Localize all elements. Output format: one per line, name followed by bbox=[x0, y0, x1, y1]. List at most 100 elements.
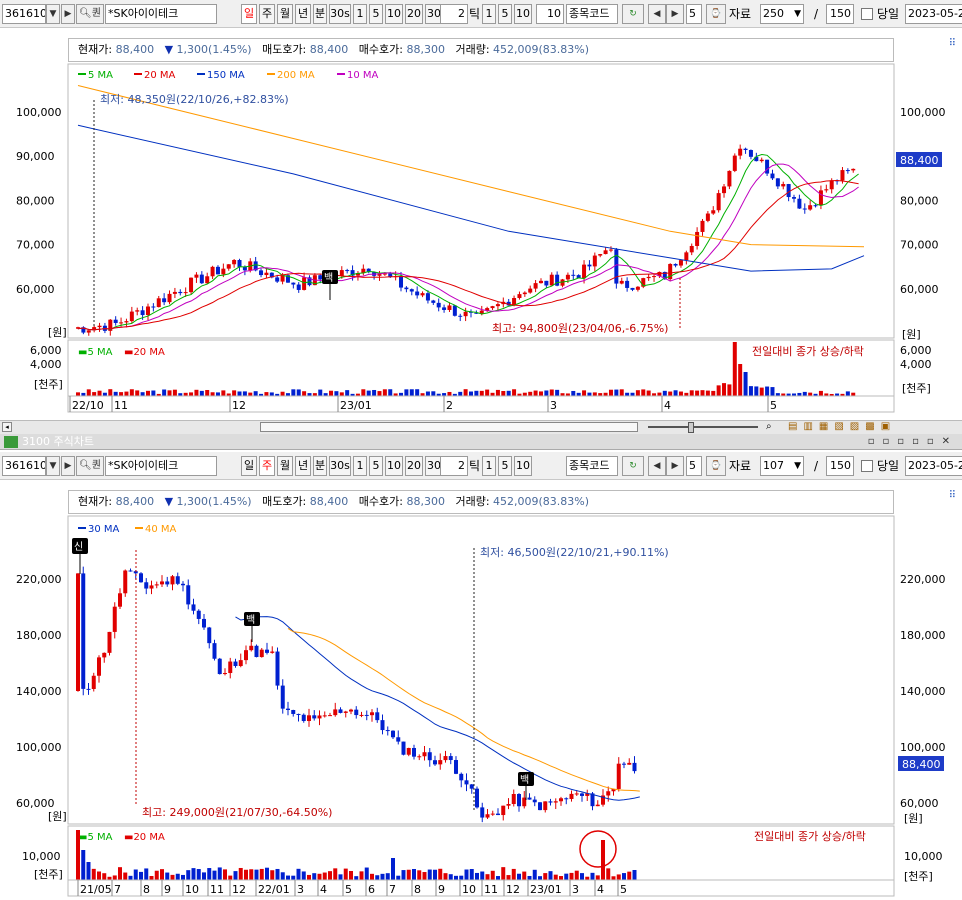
prev-icon-2[interactable]: ◀ bbox=[648, 456, 666, 476]
stock-name-field-2[interactable]: *SK아이이테크 bbox=[105, 456, 217, 476]
volume-bar bbox=[165, 872, 170, 880]
tb1-period-button-1[interactable]: 주 bbox=[259, 4, 275, 24]
candle-body bbox=[144, 582, 149, 589]
data-max-input-2[interactable]: 150 bbox=[826, 456, 854, 476]
clock-icon[interactable]: ⌚ bbox=[706, 4, 726, 24]
step-input-2[interactable]: 5 bbox=[686, 456, 702, 476]
zoom-slider[interactable] bbox=[648, 426, 758, 428]
same-day-checkbox-2[interactable] bbox=[861, 460, 873, 472]
zoom-slider-handle[interactable] bbox=[688, 422, 694, 433]
volume-bar bbox=[359, 871, 364, 880]
tb1-period-button-2[interactable]: 월 bbox=[277, 4, 293, 24]
candle-body bbox=[259, 270, 264, 276]
candle-body bbox=[511, 794, 516, 805]
date-input[interactable]: 2023-05-2 bbox=[905, 4, 962, 24]
tb2-period-button-8[interactable]: 10 bbox=[385, 456, 403, 476]
volume-bar bbox=[217, 867, 222, 880]
tb2-period-button-7[interactable]: 5 bbox=[369, 456, 383, 476]
prev-icon[interactable]: ◀ bbox=[648, 4, 666, 24]
candle-body bbox=[420, 293, 425, 296]
volume-bar bbox=[463, 389, 468, 396]
tb1-period-button-6[interactable]: 1 bbox=[353, 4, 367, 24]
data-count-select[interactable]: 250 ▼ bbox=[760, 4, 804, 24]
tb2-tick-button-0[interactable]: 1 bbox=[482, 456, 496, 476]
stock-name-field[interactable]: *SK아이이테크 bbox=[105, 4, 217, 24]
candle-body bbox=[622, 763, 626, 765]
candle-body bbox=[454, 760, 458, 774]
tb1-period-button-5[interactable]: 30s bbox=[329, 4, 351, 24]
candle-body bbox=[443, 756, 448, 761]
code-dropdown-icon[interactable]: ▼ bbox=[46, 4, 60, 24]
refresh-icon[interactable]: ↻ bbox=[622, 4, 644, 24]
refresh-icon-2[interactable]: ↻ bbox=[622, 456, 644, 476]
tb1-period-button-3[interactable]: 년 bbox=[295, 4, 311, 24]
code-dropdown-icon-2[interactable]: ▼ bbox=[46, 456, 60, 476]
horizontal-scrollbar[interactable]: ◂ ⌕ ▤▥▦▧▨▩▣ bbox=[0, 420, 962, 434]
scroll-thumb[interactable] bbox=[260, 422, 638, 432]
candle-body bbox=[139, 573, 143, 583]
candle-body bbox=[151, 306, 156, 308]
tb1-period-button-7[interactable]: 5 bbox=[369, 4, 383, 24]
volume-bar bbox=[495, 389, 500, 396]
next-icon-2[interactable]: ▶ bbox=[666, 456, 684, 476]
date-input-2[interactable]: 2023-05-2 bbox=[905, 456, 962, 476]
data-count-select-2[interactable]: 107 ▼ bbox=[760, 456, 804, 476]
tb2-period-button-0[interactable]: 일 bbox=[241, 456, 257, 476]
x-tick-label: 7 bbox=[389, 883, 396, 896]
tb2-period-button-1[interactable]: 주 bbox=[259, 456, 275, 476]
stock-code-input[interactable]: 361610 bbox=[2, 4, 46, 24]
tb2-tick-button-2[interactable]: 10 bbox=[514, 456, 532, 476]
volume-bar bbox=[406, 869, 411, 880]
volume-bar bbox=[108, 389, 113, 396]
search-button[interactable]: 🔍︎퀀 bbox=[76, 4, 104, 24]
clock-icon-2[interactable]: ⌚ bbox=[706, 456, 726, 476]
tb2-period-button-2[interactable]: 월 bbox=[277, 456, 293, 476]
zoom-icon[interactable]: ⌕ bbox=[766, 421, 772, 432]
chart-tools-icons[interactable]: ▤▥▦▧▨▩▣ bbox=[788, 421, 896, 432]
stock-code-input-2[interactable]: 361610 bbox=[2, 456, 46, 476]
tb1-period-button-4[interactable]: 분 bbox=[313, 4, 327, 24]
tb1-period-button-0[interactable]: 일 bbox=[241, 4, 257, 24]
stock-code-combo-2[interactable]: 종목코드 bbox=[566, 456, 618, 476]
search-icon: 🔍︎ bbox=[79, 460, 92, 471]
step-input[interactable]: 5 bbox=[686, 4, 702, 24]
candle-body bbox=[538, 802, 542, 811]
volume-note: 전일대비 종가 상승/하락 bbox=[754, 829, 866, 843]
next-arrow-icon[interactable]: ▶ bbox=[61, 4, 75, 24]
tb2-period-button-4[interactable]: 분 bbox=[313, 456, 327, 476]
candle-body bbox=[238, 660, 243, 667]
tb2-period-button-6[interactable]: 1 bbox=[353, 456, 367, 476]
legend-item: 150 MA bbox=[207, 70, 245, 81]
tick-value-input-2[interactable]: 2 bbox=[440, 456, 468, 476]
window-controls[interactable]: ▫▫▫▫▫✕ bbox=[868, 434, 958, 450]
tb1-period-button-8[interactable]: 10 bbox=[385, 4, 403, 24]
tb1-tick-button-2[interactable]: 10 bbox=[514, 4, 532, 24]
data-max-input[interactable]: 150 bbox=[826, 4, 854, 24]
weekly-candle-chart[interactable]: 30 MA 40 MA 220,000 220,000 180,000 180,000 14… bbox=[0, 480, 962, 900]
tb2-period-button-9[interactable]: 20 bbox=[405, 456, 423, 476]
same-day-checkbox[interactable] bbox=[861, 8, 873, 20]
x-tick-label: 21/05 bbox=[80, 883, 112, 896]
tb2-period-button-3[interactable]: 년 bbox=[295, 456, 311, 476]
tick-custom-input[interactable]: 10 bbox=[536, 4, 564, 24]
tb2-period-button-5[interactable]: 30s bbox=[329, 456, 351, 476]
tb1-period-button-9[interactable]: 20 bbox=[405, 4, 423, 24]
tb1-tick-button-0[interactable]: 1 bbox=[482, 4, 496, 24]
candle-body bbox=[759, 159, 764, 162]
candle-body bbox=[829, 180, 834, 190]
volume-bar bbox=[291, 389, 296, 396]
volume-unit-left: [천주] bbox=[34, 377, 63, 391]
daily-candle-chart[interactable]: 5 MA 20 MA 150 MA 200 MA 10 MA 100,000 100,000… bbox=[0, 28, 962, 420]
scroll-left-icon[interactable]: ◂ bbox=[2, 422, 12, 432]
candle-body bbox=[404, 287, 409, 290]
candle-body bbox=[223, 673, 227, 675]
search-button-2[interactable]: 🔍︎퀀 bbox=[76, 456, 104, 476]
tb1-tick-button-1[interactable]: 5 bbox=[498, 4, 512, 24]
next-icon[interactable]: ▶ bbox=[666, 4, 684, 24]
candle-body bbox=[178, 291, 183, 294]
tick-value-input[interactable]: 2 bbox=[440, 4, 468, 24]
stock-code-combo[interactable]: 종목코드 bbox=[566, 4, 618, 24]
tb2-tick-button-1[interactable]: 5 bbox=[498, 456, 512, 476]
candle-body bbox=[317, 715, 322, 719]
next-arrow-icon-2[interactable]: ▶ bbox=[61, 456, 75, 476]
